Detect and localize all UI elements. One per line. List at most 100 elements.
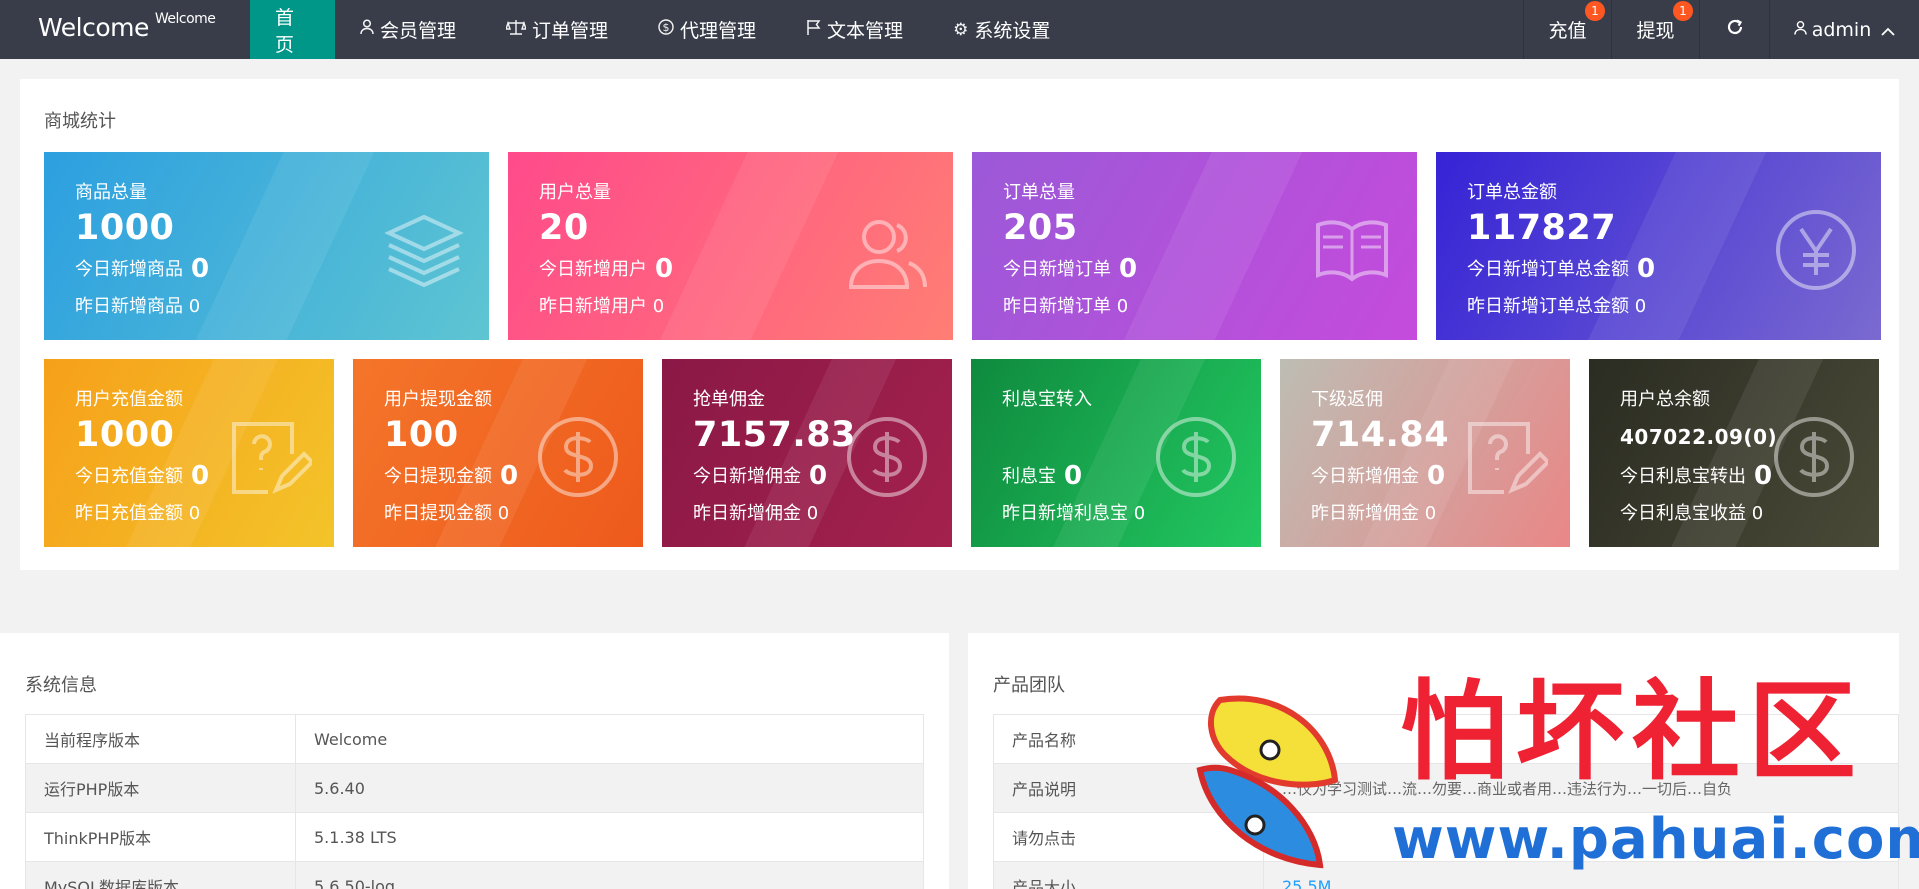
- nav-item-orders[interactable]: 订单管理: [481, 0, 633, 59]
- card-yest-value: 0: [188, 296, 201, 317]
- stat-card[interactable]: 订单总量 205 今日新增订单 0 昨日新增订单 0: [972, 152, 1417, 340]
- card-title: 订单总金额: [1467, 182, 1557, 203]
- withdraw-button[interactable]: 提现 1: [1611, 0, 1699, 59]
- card-today: 今日新增订单总金额 0: [1467, 254, 1655, 284]
- card-yesterday: 昨日新增利息宝 0: [1002, 499, 1145, 525]
- withdraw-badge: 1: [1673, 1, 1693, 21]
- table-row: 运行PHP版本 5.6.40: [25, 763, 924, 813]
- table-row: 当前程序版本 Welcome: [25, 714, 924, 764]
- card-today: 今日利息宝转出 0: [1620, 461, 1772, 491]
- system-info-table: 当前程序版本 Welcome 运行PHP版本 5.6.40 ThinkPHP版本 5.…: [25, 714, 924, 889]
- card-today: 今日新增用户 0: [539, 254, 673, 284]
- card-yesterday: 昨日新增佣金 0: [1311, 499, 1436, 525]
- card-yest-label: 昨日新增利息宝: [1002, 503, 1128, 524]
- stat-card[interactable]: 订单总金额 117827 今日新增订单总金额 0 昨日新增订单总金额 0: [1436, 152, 1881, 340]
- card-yesterday: 昨日新增订单总金额 0: [1467, 292, 1646, 318]
- edit-note-icon: [1462, 414, 1551, 500]
- user-menu[interactable]: admin: [1769, 0, 1919, 59]
- card-yesterday: 昨日新增商品 0: [75, 292, 200, 318]
- card-value: 714.84: [1311, 415, 1450, 455]
- card-yest-label: 昨日新增订单总金额: [1467, 296, 1629, 317]
- card-title: 商品总量: [75, 182, 147, 203]
- stat-card[interactable]: 用户充值金额 1000 今日充值金额 0 昨日充值金额 0: [44, 359, 334, 547]
- dollar-circle-icon: [535, 414, 621, 500]
- dollar-circle-icon: [1153, 414, 1239, 500]
- yen-icon: [1773, 207, 1859, 293]
- card-yesterday: 昨日充值金额 0: [75, 499, 200, 525]
- card-today-label: 今日提现金额: [384, 466, 492, 487]
- main-nav: 首页 会员管理 订单管理 $ 代理管理 文本管理 ⚙ 系统设置: [250, 0, 1075, 59]
- recharge-badge: 1: [1585, 1, 1605, 21]
- user-icon: [1793, 19, 1807, 41]
- card-today: 今日提现金额 0: [384, 461, 518, 491]
- card-title: 订单总量: [1003, 182, 1075, 203]
- card-yesterday: 昨日提现金额 0: [384, 499, 509, 525]
- nav-item-settings[interactable]: ⚙ 系统设置: [928, 0, 1075, 59]
- team-title: 产品团队: [993, 675, 1065, 696]
- card-yesterday: 今日利息宝收益 0: [1620, 499, 1763, 525]
- app-logo[interactable]: Welcome Welcome: [38, 11, 216, 42]
- card-today-value: 0: [1064, 461, 1083, 491]
- card-yest-value: 0: [188, 503, 201, 524]
- card-today-label: 利息宝: [1002, 466, 1056, 487]
- flag-icon: [806, 19, 821, 40]
- system-info-title: 系统信息: [25, 675, 97, 696]
- card-yesterday: 昨日新增佣金 0: [693, 499, 818, 525]
- nav-item-members[interactable]: 会员管理: [335, 0, 481, 59]
- card-today-value: 0: [1119, 254, 1138, 284]
- row-label: 当前程序版本: [25, 714, 296, 764]
- scale-icon: [505, 19, 527, 40]
- card-yest-label: 昨日提现金额: [384, 503, 492, 524]
- row-label: MySQL数据库版本: [25, 861, 296, 889]
- watermark-fish-logo: [1196, 695, 1339, 869]
- card-value: 7157.83: [693, 415, 856, 455]
- card-today: 今日新增订单 0: [1003, 254, 1137, 284]
- row-value: 5.6.50-log: [295, 861, 924, 889]
- row-label: ThinkPHP版本: [25, 812, 296, 862]
- stat-card[interactable]: 商品总量 1000 今日新增商品 0 昨日新增商品 0: [44, 152, 489, 340]
- card-today-value: 0: [191, 461, 210, 491]
- card-title: 用户总量: [539, 182, 611, 203]
- card-today-value: 0: [809, 461, 828, 491]
- refresh-button[interactable]: [1699, 0, 1769, 59]
- card-yest-value: 0: [1424, 503, 1437, 524]
- card-title: 用户提现金额: [384, 389, 492, 410]
- svg-text:$: $: [663, 21, 670, 34]
- top-navbar: Welcome Welcome 首页 会员管理 订单管理 $ 代理管理 文本管理 …: [0, 0, 1919, 59]
- card-yest-value: 0: [1751, 503, 1764, 524]
- watermark-url: www.pahuai.com: [1392, 807, 1919, 872]
- card-yest-value: 0: [806, 503, 819, 524]
- card-today-label: 今日利息宝转出: [1620, 466, 1746, 487]
- card-yest-label: 昨日新增商品: [75, 296, 183, 317]
- stat-card[interactable]: 利息宝转入 利息宝 0 昨日新增利息宝 0: [971, 359, 1261, 547]
- nav-item-texts[interactable]: 文本管理: [781, 0, 928, 59]
- nav-item-agents[interactable]: $ 代理管理: [633, 0, 781, 59]
- card-yest-label: 昨日新增佣金: [693, 503, 801, 524]
- card-today-label: 今日充值金额: [75, 466, 183, 487]
- edit-note-icon: [226, 414, 315, 500]
- users-icon: [845, 207, 931, 293]
- card-yest-value: 0: [1133, 503, 1146, 524]
- nav-item-home[interactable]: 首页: [250, 0, 335, 59]
- right-nav: 充值 1 提现 1 admin: [1523, 0, 1919, 59]
- stat-card[interactable]: 用户总量 20 今日新增用户 0 昨日新增用户 0: [508, 152, 953, 340]
- card-value: 1000: [75, 415, 175, 455]
- card-today-label: 今日新增订单: [1003, 259, 1111, 280]
- stat-card[interactable]: 抢单佣金 7157.83 今日新增佣金 0 昨日新增佣金 0: [662, 359, 952, 547]
- stat-card[interactable]: 用户提现金额 100 今日提现金额 0 昨日提现金额 0: [353, 359, 643, 547]
- card-today-value: 0: [1754, 461, 1773, 491]
- recharge-button[interactable]: 充值 1: [1523, 0, 1611, 59]
- card-today: 利息宝 0: [1002, 461, 1082, 491]
- user-icon: [360, 19, 374, 40]
- card-today-label: 今日新增佣金: [693, 466, 801, 487]
- stat-card[interactable]: 用户总余额 407022.09(0) 今日利息宝转出 0 今日利息宝收益 0: [1589, 359, 1879, 547]
- dollar-circle-icon: [1771, 414, 1857, 500]
- card-today: 今日充值金额 0: [75, 461, 209, 491]
- card-title: 用户充值金额: [75, 389, 183, 410]
- stat-card[interactable]: 下级返佣 714.84 今日新增佣金 0 昨日新增佣金 0: [1280, 359, 1570, 547]
- watermark-text: 怕坏社区: [1400, 669, 1865, 795]
- card-yest-label: 昨日新增订单: [1003, 296, 1111, 317]
- refresh-icon: [1726, 18, 1744, 41]
- card-title: 利息宝转入: [1002, 389, 1092, 410]
- card-yest-label: 今日利息宝收益: [1620, 503, 1746, 524]
